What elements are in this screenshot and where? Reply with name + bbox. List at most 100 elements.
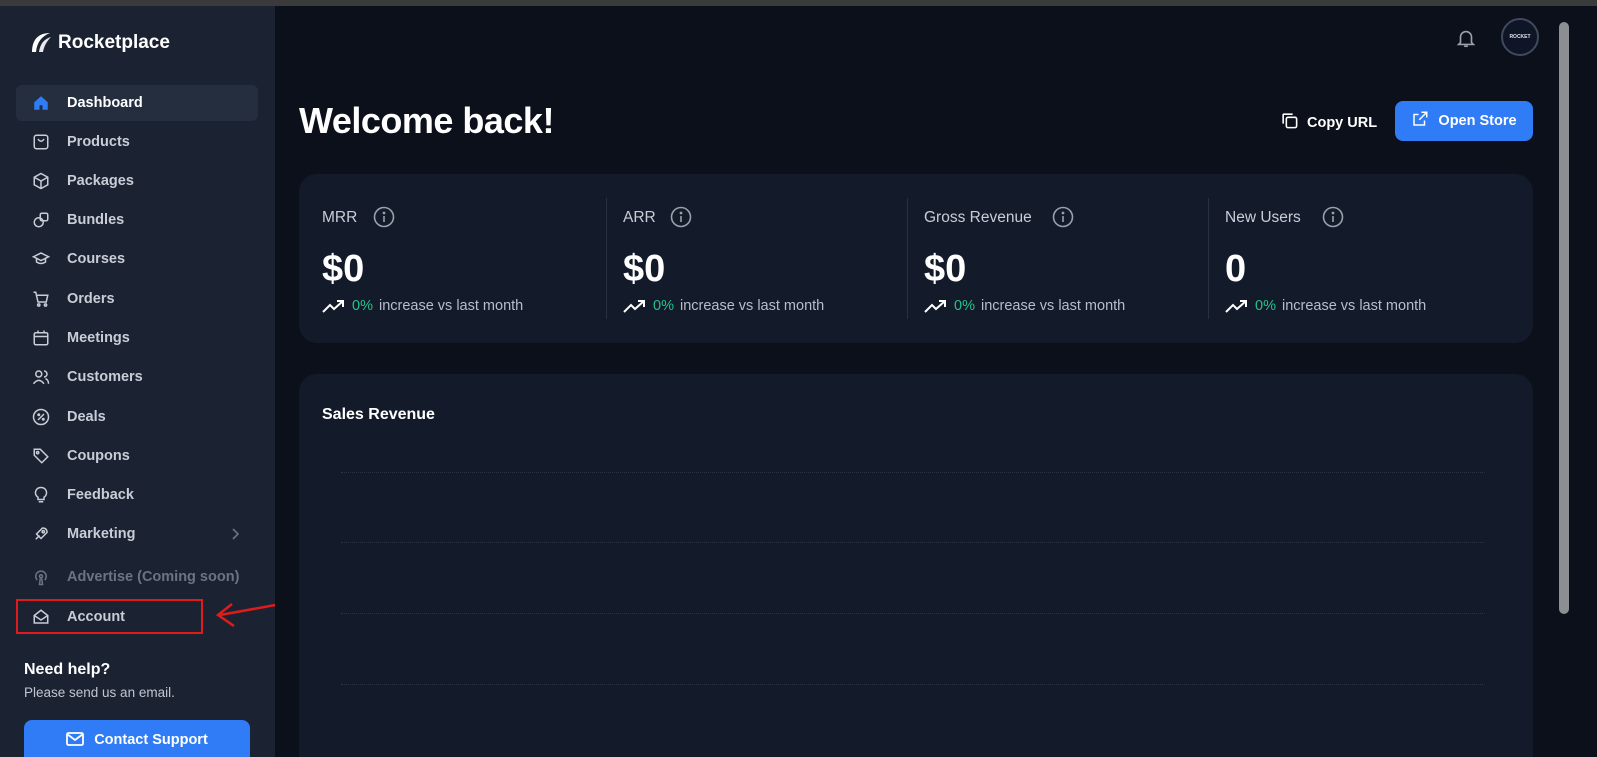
chevron-right-icon bbox=[230, 527, 240, 546]
avatar[interactable]: ROCKET bbox=[1501, 18, 1539, 56]
chart-gridline bbox=[341, 684, 1485, 685]
graduation-cap-icon bbox=[32, 250, 50, 268]
info-icon[interactable] bbox=[1322, 206, 1344, 233]
shopping-bag-icon bbox=[32, 133, 50, 151]
sidebar-item-packages[interactable]: Packages bbox=[16, 163, 258, 199]
sidebar-item-deals[interactable]: Deals bbox=[16, 399, 258, 435]
sidebar-item-label: Packages bbox=[67, 173, 134, 189]
sidebar-item-label: Orders bbox=[67, 291, 115, 307]
box-icon bbox=[32, 172, 50, 190]
stat-value: 0 bbox=[1225, 248, 1247, 290]
sidebar-item-dashboard[interactable]: Dashboard bbox=[16, 85, 258, 121]
stat-trend: 0% increase vs last month bbox=[924, 298, 1125, 314]
home-icon bbox=[32, 94, 50, 112]
stat-divider bbox=[1208, 198, 1209, 319]
open-store-button[interactable]: Open Store bbox=[1395, 101, 1533, 141]
stat-label: MRR bbox=[322, 209, 358, 226]
sidebar-item-customers[interactable]: Customers bbox=[16, 359, 258, 395]
copy-url-label: Copy URL bbox=[1307, 114, 1378, 131]
trending-up-icon bbox=[322, 300, 344, 313]
info-icon[interactable] bbox=[670, 206, 692, 233]
sidebar-item-label: Marketing bbox=[67, 526, 136, 542]
sidebar-item-products[interactable]: Products bbox=[16, 124, 258, 160]
tag-icon bbox=[32, 447, 50, 465]
stat-label: Gross Revenue bbox=[924, 209, 1032, 226]
users-icon bbox=[32, 368, 50, 386]
stat-gross-revenue: Gross Revenue $0 0% increase vs last mon… bbox=[924, 174, 1204, 343]
mail-icon bbox=[66, 732, 85, 757]
copy-url-button[interactable]: Copy URL bbox=[1280, 111, 1377, 134]
copy-icon bbox=[1280, 111, 1299, 134]
stat-label: ARR bbox=[623, 209, 656, 226]
stat-trend: 0% increase vs last month bbox=[623, 298, 824, 314]
stat-trend: 0% increase vs last month bbox=[1225, 298, 1426, 314]
percent-icon bbox=[32, 408, 50, 426]
stat-trend-text: increase vs last month bbox=[679, 298, 825, 314]
help-subtitle: Please send us an email. bbox=[24, 685, 175, 700]
lightbulb-icon bbox=[32, 486, 50, 504]
contact-support-label: Contact Support bbox=[94, 732, 208, 748]
sidebar-item-bundles[interactable]: Bundles bbox=[16, 202, 258, 238]
open-store-label: Open Store bbox=[1438, 113, 1517, 129]
stat-label: New Users bbox=[1225, 209, 1301, 226]
sidebar-item-label: Feedback bbox=[67, 487, 134, 503]
sidebar-item-label: Bundles bbox=[67, 212, 125, 228]
sidebar-item-label: Dashboard bbox=[67, 95, 143, 111]
avatar-text: ROCKET bbox=[1509, 34, 1531, 40]
sidebar-item-label: Advertise (Coming soon) bbox=[67, 569, 240, 585]
annotation-highlight-box bbox=[16, 599, 203, 634]
chart-gridline bbox=[341, 613, 1485, 614]
sidebar-item-coupons[interactable]: Coupons bbox=[16, 438, 258, 474]
stat-value: $0 bbox=[623, 248, 666, 290]
stat-mrr: MRR $0 0% increase vs last month bbox=[322, 174, 602, 343]
sidebar-item-orders[interactable]: Orders bbox=[16, 281, 258, 317]
stat-pct: 0% bbox=[954, 298, 975, 314]
app-logo[interactable]: Rocketplace bbox=[28, 30, 170, 56]
trending-up-icon bbox=[924, 300, 946, 313]
sales-revenue-title: Sales Revenue bbox=[322, 406, 435, 423]
info-icon[interactable] bbox=[373, 206, 395, 233]
stat-trend-text: increase vs last month bbox=[1281, 298, 1427, 314]
page-title: Welcome back! bbox=[299, 100, 554, 141]
trending-up-icon bbox=[623, 300, 645, 313]
sidebar-item-label: Meetings bbox=[67, 330, 130, 346]
sidebar-item-label: Courses bbox=[67, 251, 126, 267]
stat-new-users: New Users 0 0% increase vs last month bbox=[1225, 174, 1505, 343]
bundle-icon bbox=[32, 211, 50, 229]
help-title: Need help? bbox=[24, 661, 111, 678]
contact-support-button[interactable]: Contact Support bbox=[24, 720, 250, 757]
stat-value: $0 bbox=[924, 248, 967, 290]
sales-revenue-card: Sales Revenue bbox=[299, 374, 1533, 757]
stat-pct: 0% bbox=[653, 298, 674, 314]
notification-bell-icon[interactable] bbox=[1455, 26, 1477, 55]
rocketplace-logo-icon bbox=[32, 33, 51, 52]
sidebar-item-meetings[interactable]: Meetings bbox=[16, 320, 258, 356]
chart-gridline bbox=[341, 542, 1485, 543]
app-name: Rocketplace bbox=[58, 32, 170, 53]
sidebar-item-label: Products bbox=[67, 134, 130, 150]
stat-value: $0 bbox=[322, 248, 365, 290]
cart-icon bbox=[32, 290, 50, 308]
sidebar-item-label: Deals bbox=[67, 409, 106, 425]
chart-gridline bbox=[341, 472, 1485, 473]
stat-trend: 0% increase vs last month bbox=[322, 298, 523, 314]
stats-card: MRR $0 0% increase vs last month ARR $0 … bbox=[299, 174, 1533, 343]
stat-trend-text: increase vs last month bbox=[980, 298, 1126, 314]
sidebar-item-label: Coupons bbox=[67, 448, 130, 464]
calendar-icon bbox=[32, 329, 50, 347]
stat-arr: ARR $0 0% increase vs last month bbox=[623, 174, 903, 343]
sidebar-item-courses[interactable]: Courses bbox=[16, 241, 258, 277]
external-link-icon bbox=[1411, 110, 1429, 132]
stat-pct: 0% bbox=[352, 298, 373, 314]
stat-pct: 0% bbox=[1255, 298, 1276, 314]
info-icon[interactable] bbox=[1052, 206, 1074, 233]
stat-divider bbox=[606, 198, 607, 319]
stat-trend-text: increase vs last month bbox=[378, 298, 524, 314]
sidebar-item-feedback[interactable]: Feedback bbox=[16, 477, 258, 513]
scrollbar-thumb[interactable] bbox=[1559, 22, 1569, 614]
trending-up-icon bbox=[1225, 300, 1247, 313]
stat-divider bbox=[907, 198, 908, 319]
sidebar-item-marketing[interactable]: Marketing bbox=[16, 516, 258, 552]
podcast-icon bbox=[32, 568, 50, 586]
sidebar-item-label: Customers bbox=[67, 369, 143, 385]
